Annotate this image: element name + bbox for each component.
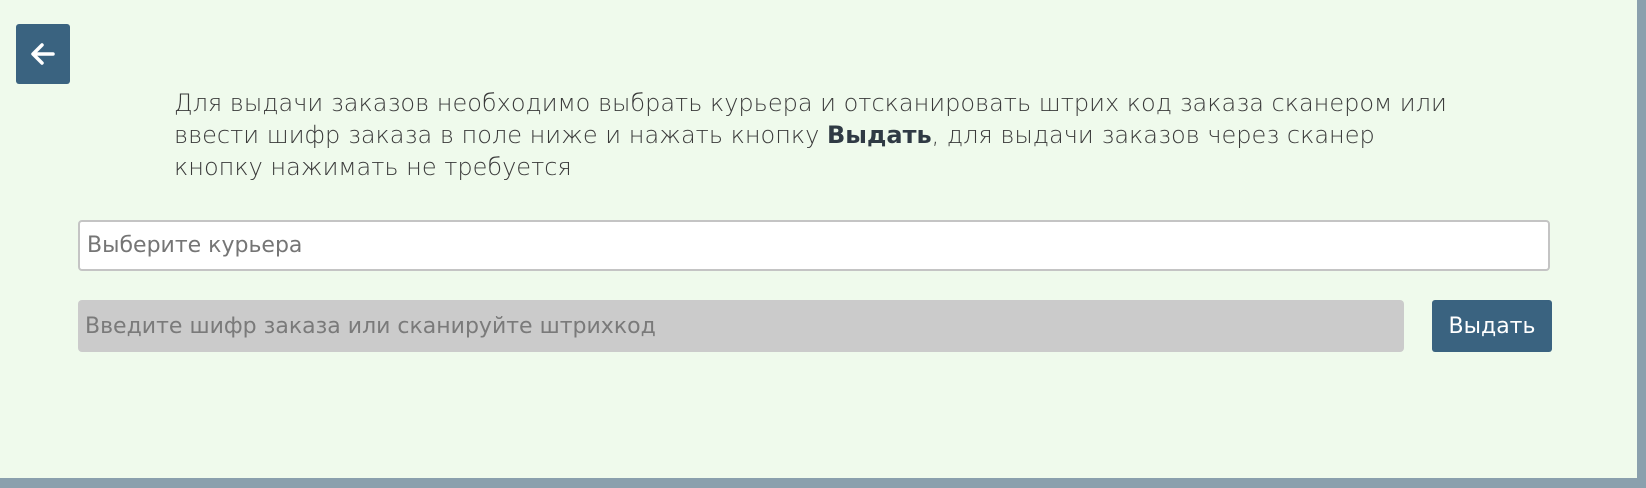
issue-button[interactable]: Выдать bbox=[1432, 300, 1552, 352]
instructions-line-2: ввести шифр заказа в поле ниже и нажать … bbox=[174, 119, 1474, 151]
instructions-line-1: Для выдачи заказов необходимо выбрать ку… bbox=[174, 89, 1447, 117]
instructions-line-2-start: ввести шифр заказа в поле ниже и нажать … bbox=[174, 121, 827, 149]
courier-select[interactable]: Выберите курьера bbox=[78, 220, 1550, 271]
instructions-line-2-end: , для выдачи заказов через сканер bbox=[931, 121, 1375, 149]
instructions-text: Для выдачи заказов необходимо выбрать ку… bbox=[174, 87, 1474, 183]
instructions-issue-keyword: Выдать bbox=[827, 121, 932, 149]
main-panel: Для выдачи заказов необходимо выбрать ку… bbox=[0, 0, 1637, 478]
arrow-left-icon bbox=[31, 43, 55, 65]
instructions-line-3: кнопку нажимать не требуется bbox=[174, 153, 572, 181]
order-code-input[interactable] bbox=[78, 300, 1404, 352]
courier-select-placeholder: Выберите курьера bbox=[87, 233, 303, 258]
back-button[interactable] bbox=[16, 24, 70, 84]
